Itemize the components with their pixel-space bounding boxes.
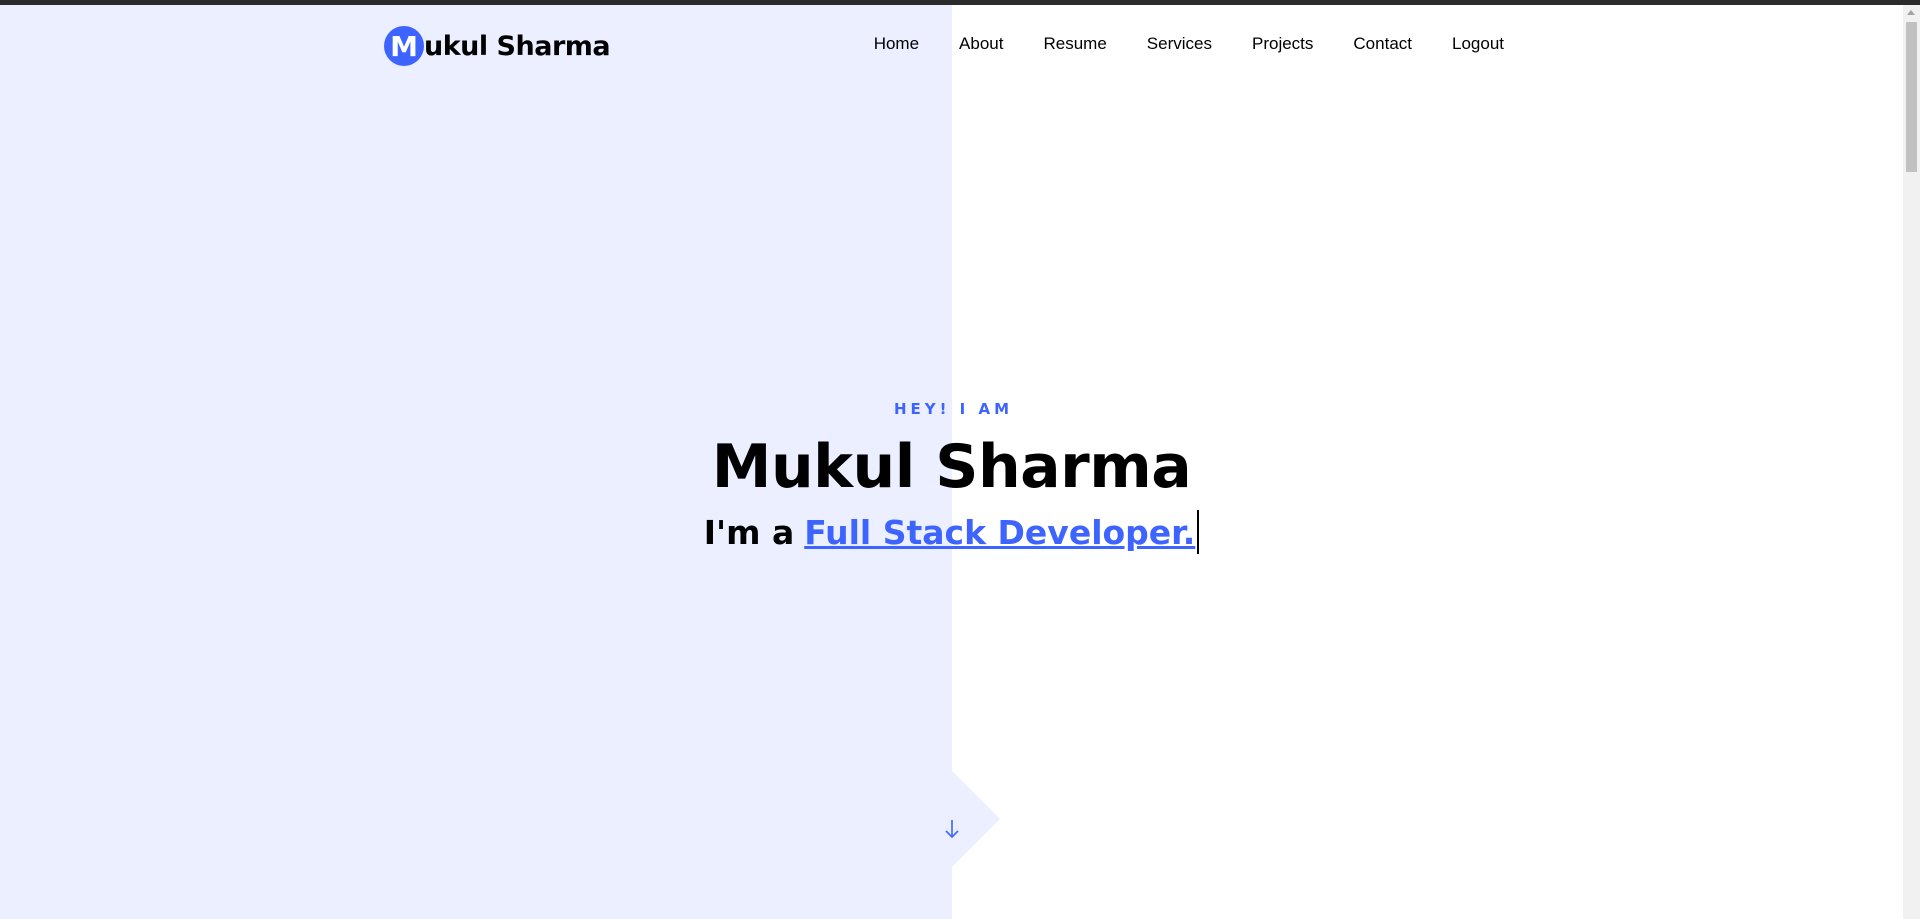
hero-kicker: HEY! I AM bbox=[893, 400, 1014, 418]
scroll-up-icon[interactable] bbox=[1907, 10, 1915, 15]
nav-projects[interactable]: Projects bbox=[1252, 34, 1313, 54]
arrow-down-icon[interactable] bbox=[941, 818, 963, 844]
arrow-down-icon-svg bbox=[945, 820, 959, 839]
role-prefix: I'm a bbox=[703, 512, 795, 552]
scrollbar-thumb[interactable] bbox=[1906, 22, 1917, 172]
logo-initial: M bbox=[390, 29, 418, 63]
nav-logout[interactable]: Logout bbox=[1452, 34, 1504, 54]
nav-about[interactable]: About bbox=[959, 34, 1003, 54]
typing-cursor bbox=[1197, 510, 1200, 554]
hero-role: I'm a Full Stack Developer. bbox=[704, 510, 1200, 554]
hero-name: Mukul Sharma bbox=[711, 432, 1192, 502]
logo-text: ukul Sharma bbox=[424, 30, 611, 62]
role-typed-text[interactable]: Full Stack Developer. bbox=[804, 513, 1195, 552]
nav-home[interactable]: Home bbox=[874, 34, 919, 54]
site-header: M ukul Sharma Home About Resume Services… bbox=[384, 22, 1504, 70]
site-logo[interactable]: M ukul Sharma bbox=[384, 26, 611, 66]
nav-resume[interactable]: Resume bbox=[1043, 34, 1106, 54]
nav-services[interactable]: Services bbox=[1147, 34, 1212, 54]
nav-contact[interactable]: Contact bbox=[1353, 34, 1412, 54]
hero-section: HEY! I AM Mukul Sharma I'm a Full Stack … bbox=[0, 400, 1903, 554]
main-nav: Home About Resume Services Projects Cont… bbox=[874, 34, 1504, 54]
logo-initial-circle: M bbox=[384, 26, 424, 66]
page-scrollbar[interactable] bbox=[1903, 5, 1920, 919]
